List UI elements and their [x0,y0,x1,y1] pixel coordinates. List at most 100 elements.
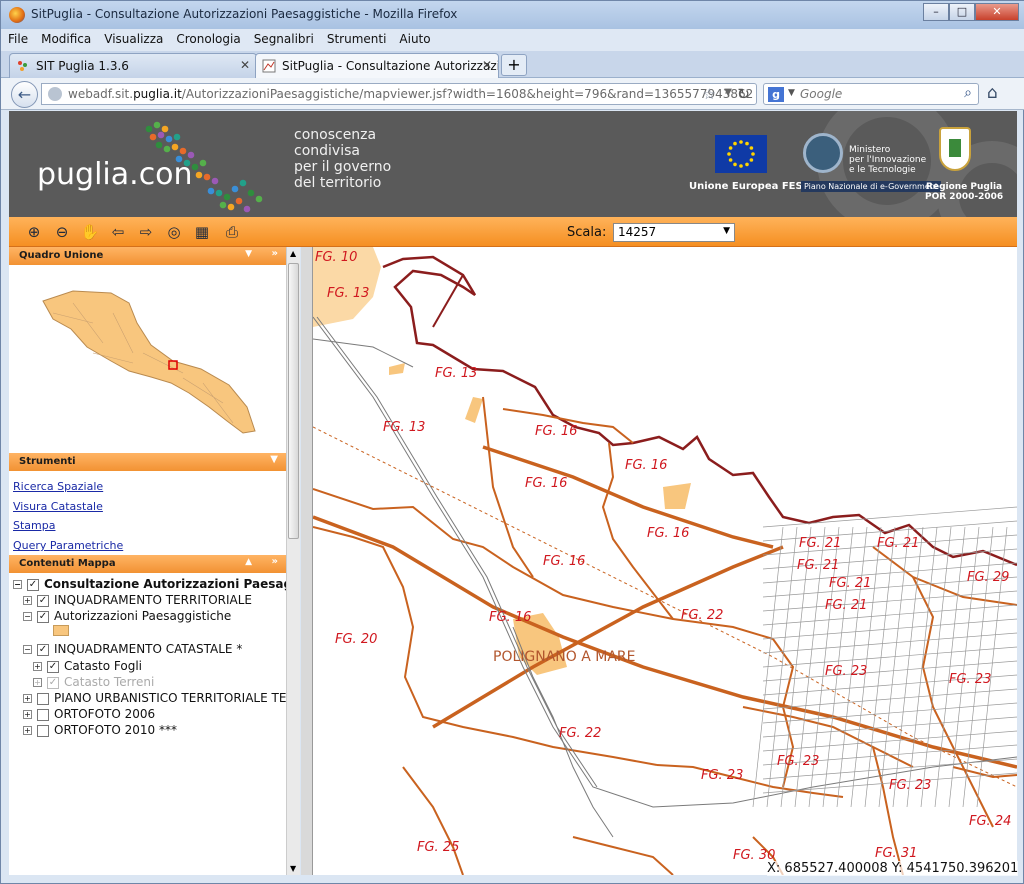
tab-strip: SIT Puglia 1.3.6 ✕ SitPuglia - Consultaz… [1,51,1024,78]
sheet-label: FG. 24 [969,814,1011,829]
checkbox[interactable] [37,724,49,737]
scroll-down-icon[interactable]: ▼ [290,864,296,873]
menu-visualizza[interactable]: Visualizza [97,29,169,46]
sheet-label: FG. 23 [777,754,819,769]
checkbox[interactable]: ✓ [37,594,49,607]
tool-stampa[interactable]: Stampa [13,519,55,532]
close-button[interactable]: ✕ [975,3,1019,21]
back-button[interactable]: ← [11,81,38,108]
tool-ricerca-spaziale[interactable]: Ricerca Spaziale [13,480,103,493]
scroll-thumb[interactable] [288,263,299,539]
zoom-out-icon[interactable]: ⊖ [51,221,73,243]
double-chevron-icon: » [271,556,278,567]
tab-close-icon[interactable]: ✕ [240,58,250,72]
sheet-label: FG. 31 [875,846,917,861]
checkbox[interactable]: ✓ [37,643,49,656]
url-text[interactable]: webadf.sit.puglia.it/AutorizzazioniPaesa… [68,87,753,101]
tree-item-piano-urbanistico[interactable]: + PIANO URBANISTICO TERRITORIALE TEM [23,691,297,705]
sheet-label: FG. 21 [877,536,919,551]
history-dropdown-icon[interactable]: ▼ [724,87,732,98]
eu-flag-icon [715,135,767,173]
collapse-icon: ▼ [270,454,278,465]
map-favicon [262,59,276,73]
search-icon[interactable]: ⌕ [964,85,972,101]
window-title: SitPuglia - Consultazione Autorizzazioni… [31,7,458,21]
tree-item-catasto-terreni[interactable]: + ✓ Catasto Terreni [33,675,154,689]
ministry-seal-icon [803,133,843,173]
sheet-label: FG. 13 [327,286,369,301]
panel-header-strumenti[interactable]: Strumenti ▼ [9,453,286,471]
tree-item-catasto-fogli[interactable]: + ✓ Catasto Fogli [33,659,142,673]
parcel-fill [465,397,483,423]
google-icon[interactable]: g [768,87,784,102]
site-banner: puglia.con conoscenza condivisa per il gov… [9,111,1017,217]
scroll-up-icon[interactable]: ▲ [290,249,296,258]
tab-consultazione[interactable]: SitPuglia - Consultazione Autorizzazi...… [255,53,499,78]
left-panel-scrollbar[interactable]: ▲ ▼ [286,247,300,875]
forward-arrow-icon[interactable]: ⇨ [135,221,157,243]
tree-item-ortofoto-2010[interactable]: + ORTOFOTO 2010 *** [23,723,177,737]
map-canvas[interactable]: FG. 10 FG. 13 FG. 13 FG. 13 FG. 16 FG. 16 FG. … [313,247,1017,875]
menu-strumenti[interactable]: Strumenti [320,29,393,46]
menu-cronologia[interactable]: Cronologia [169,29,246,46]
globe-icon [48,87,62,101]
legend-swatch [53,625,69,636]
sheet-label: FG. 22 [559,726,601,741]
scala-label: Scala: [567,225,607,240]
expand-icon: ▲ [245,557,252,567]
tab-close-icon[interactable]: ✕ [482,58,492,72]
back-arrow-icon[interactable]: ⇦ [107,221,129,243]
search-engine-dropdown-icon[interactable]: ▼ [788,88,795,98]
tree-item-inquadramento-catastale[interactable]: − ✓ INQUADRAMENTO CATASTALE * [23,642,242,656]
cadastral-map[interactable]: FG. 10 FG. 13 FG. 13 FG. 13 FG. 16 FG. 16 FG. … [313,247,1017,875]
identify-icon[interactable]: ▦ [191,221,213,243]
regione-text: Regione Puglia POR 2000-2006 [925,182,1004,202]
search-input[interactable]: Google [800,87,842,101]
home-icon[interactable]: ⌂ [987,83,998,103]
reload-icon[interactable]: ↻ [737,85,750,103]
sheet-label: FG. 13 [435,366,477,381]
tool-visura-catastale[interactable]: Visura Catastale [13,500,103,513]
print-icon[interactable]: ⎙ [221,221,243,243]
sheet-label: FG. 25 [417,840,459,855]
tool-query-parametriche[interactable]: Query Parametriche [13,539,123,552]
checkbox[interactable]: ✓ [37,610,49,623]
pan-hand-icon[interactable]: ✋ [79,221,101,243]
left-panel: Quadro Unione ▼» Strumenti ▼ Ricerca Spazi… [9,247,337,875]
minimize-button[interactable]: – [923,3,949,21]
sheet-label: FG. 16 [647,526,689,541]
url-bar[interactable]: webadf.sit.puglia.it/AutorizzazioniPaesa… [41,83,757,105]
tree-item-autorizzazioni[interactable]: − ✓ Autorizzazioni Paesaggistiche [23,609,231,623]
checkbox[interactable] [37,708,49,721]
tree-item-ortofoto-2006[interactable]: + ORTOFOTO 2006 [23,707,155,721]
bookmark-star-icon[interactable]: ☆ [703,85,716,103]
sheet-label: FG. 16 [489,610,531,625]
place-name-label: POLIGNANO A MARE [493,649,636,665]
checkbox[interactable]: ✓ [27,578,39,591]
overview-map[interactable] [33,283,263,455]
sheet-label: FG. 23 [825,664,867,679]
zoom-in-icon[interactable]: ⊕ [23,221,45,243]
tab-sit-puglia[interactable]: SIT Puglia 1.3.6 ✕ [9,53,257,78]
sheet-label: FG. 20 [335,632,377,647]
checkbox[interactable] [37,692,49,705]
map-toolbar: ⊕ ⊖ ✋ ⇦ ⇨ ◎ ▦ ⎙ Scala: 14257 ▼ [9,217,1017,247]
sheet-label: FG. 21 [799,536,841,551]
panel-header-contenuti[interactable]: Contenuti Mappa ▲» [9,555,286,573]
full-extent-icon[interactable]: ◎ [163,221,185,243]
menu-segnalibri[interactable]: Segnalibri [247,29,320,46]
menu-file[interactable]: File [1,29,34,46]
sheet-label: FG. 21 [825,598,867,613]
tree-item-inquadramento-territoriale[interactable]: + ✓ INQUADRAMENTO TERRITORIALE [23,593,252,607]
scala-select[interactable]: 14257 ▼ [613,223,735,242]
sheet-label: FG. 29 [967,570,1009,585]
checkbox[interactable]: ✓ [47,660,59,673]
ministry-text: Ministero per l'Innovazione e le Tecnologi… [849,145,927,175]
maximize-button[interactable]: □ [949,3,975,21]
panel-splitter[interactable] [301,247,313,875]
menu-modifica[interactable]: Modifica [34,29,97,46]
search-bar[interactable]: g ▼ Google ⌕ [763,83,979,105]
menu-aiuto[interactable]: Aiuto [392,29,436,46]
new-tab-button[interactable]: + [501,54,527,76]
panel-header-quadro[interactable]: Quadro Unione ▼» [9,247,286,265]
